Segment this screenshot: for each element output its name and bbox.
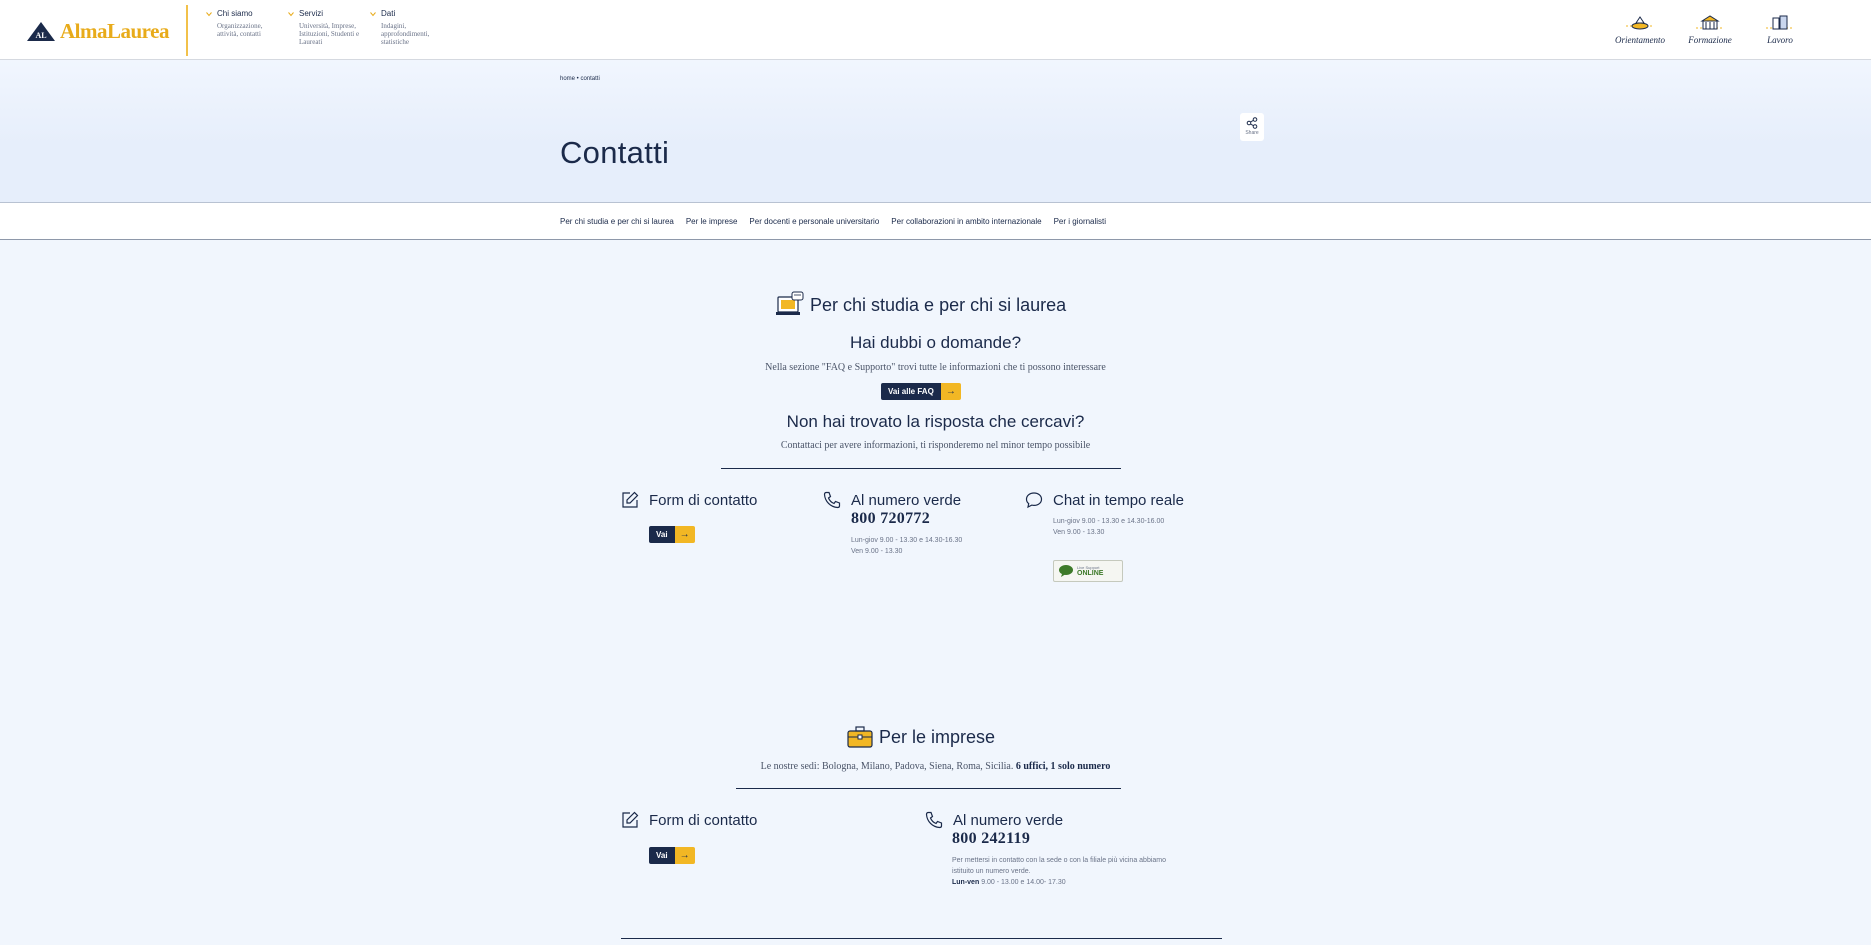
toll-free-number[interactable]: 800 720772 xyxy=(851,510,930,528)
tool-label: Lavoro xyxy=(1767,35,1793,45)
almalaurea-logo[interactable]: AL AlmaLaurea xyxy=(26,19,169,44)
chevron-down-icon xyxy=(206,11,212,16)
svg-text:AL: AL xyxy=(35,31,46,40)
tool-label: Orientamento xyxy=(1615,35,1665,45)
companies-contact-form-button[interactable]: Vai → xyxy=(649,847,695,864)
live-status: ONLINE xyxy=(1077,570,1104,577)
formazione-icon xyxy=(1696,15,1724,30)
nav-chi-siamo[interactable]: Chi siamo Organizzazione, attività, cont… xyxy=(206,9,288,46)
chevron-down-icon xyxy=(370,11,376,16)
faq-heading: Hai dubbi o domande? xyxy=(849,333,1022,352)
section-title-text: Per le imprese xyxy=(879,726,996,747)
logo-mark-icon: AL xyxy=(26,21,56,43)
companies-contact-form-title: Form di contatto xyxy=(621,811,757,829)
companies-contact-form-button-label: Vai xyxy=(649,847,675,864)
arrow-right-icon: → xyxy=(940,383,961,400)
tab-giornalisti[interactable]: Per i giornalisti xyxy=(1054,217,1106,226)
tool-orientamento[interactable]: Orientamento xyxy=(1614,14,1666,45)
companies-section-title: Per le imprese xyxy=(846,724,995,750)
student-laptop-icon xyxy=(776,291,804,315)
section-tabs: Per chi studia e per chi si laurea Per l… xyxy=(0,203,1871,240)
page-hero: home • contatti Contatti xyxy=(0,60,1871,203)
nav-description: Università, Imprese, Istituzioni, Studen… xyxy=(299,22,360,46)
live-support-badge[interactable]: Live Support ONLINE xyxy=(1053,560,1123,582)
arrow-right-icon: → xyxy=(674,526,695,543)
not-found-text: Contattaci per avere informazioni, ti ri… xyxy=(780,440,1091,451)
faq-text: Nella sezione "FAQ e Supporto" trovi tut… xyxy=(765,362,1106,373)
companies-toll-free-desc-1: Per mettersi in contatto con la sede o c… xyxy=(952,857,1167,864)
companies-hours-value: 9.00 - 13.00 e 14.00- 17.30 xyxy=(981,879,1066,886)
arrow-right-icon: → xyxy=(674,847,695,864)
phone-icon xyxy=(925,811,943,829)
chat-hours-friday: Ven 9.00 - 13.30 xyxy=(1053,529,1105,536)
tab-imprese[interactable]: Per le imprese xyxy=(686,217,738,226)
chat-title: Chat in tempo reale xyxy=(1025,491,1184,509)
companies-offices-bold: 6 uffici, 1 solo numero xyxy=(1015,761,1111,772)
companies-toll-free-hours: Lun-ven 9.00 - 13.00 e 14.00- 17.30 xyxy=(952,877,1066,888)
nav-title-label: Dati xyxy=(381,9,396,18)
share-label: Share xyxy=(1245,130,1259,136)
nav-title-label: Chi siamo xyxy=(217,9,253,18)
nav-description: Organizzazione, attività, contatti xyxy=(217,22,263,38)
contact-form-title-text: Form di contatto xyxy=(649,491,758,509)
top-header: AL AlmaLaurea Chi siamo Organizzazione, … xyxy=(0,0,1871,60)
main-nav: Chi siamo Organizzazione, attività, cont… xyxy=(206,9,452,46)
companies-toll-free-title: Al numero verde xyxy=(925,811,1063,829)
toll-free-hours-friday: Ven 9.00 - 13.30 xyxy=(851,548,903,555)
tab-internazionale[interactable]: Per collaborazioni in ambito internazion… xyxy=(891,217,1041,226)
live-chat-bubble-icon xyxy=(1059,565,1073,577)
chat-bubble-icon xyxy=(1025,492,1043,509)
section-title-text: Per chi studia e per chi si laurea xyxy=(810,294,1067,315)
header-tools: Orientamento Formazione Lavoro xyxy=(1614,14,1806,45)
logo-text: AlmaLaurea xyxy=(60,19,169,43)
briefcase-icon xyxy=(847,726,873,748)
section-divider xyxy=(721,468,1121,469)
companies-toll-free-desc-2: istituito un numero verde. xyxy=(952,868,1031,875)
nav-description: Indagini, approfondimenti, statistiche xyxy=(381,22,430,46)
nav-title-label: Servizi xyxy=(299,9,324,18)
contact-form-title: Form di contatto xyxy=(621,491,757,509)
tab-docenti[interactable]: Per docenti e personale universitario xyxy=(749,217,879,226)
tool-lavoro[interactable]: Lavoro xyxy=(1754,14,1806,45)
orientamento-icon xyxy=(1626,16,1654,30)
faq-button-label: Vai alle FAQ xyxy=(881,383,941,400)
tool-formazione[interactable]: Formazione xyxy=(1684,14,1736,45)
lavoro-icon xyxy=(1766,15,1794,30)
bottom-divider xyxy=(621,938,1222,939)
toll-free-title: Al numero verde xyxy=(823,491,961,509)
toll-free-title-text: Al numero verde xyxy=(851,491,962,509)
companies-offices-text: Le nostre sedi: Bologna, Milano, Padova,… xyxy=(0,761,1871,772)
faq-button[interactable]: Vai alle FAQ → xyxy=(881,383,961,400)
tab-studenti[interactable]: Per chi studia e per chi si laurea xyxy=(560,217,674,226)
phone-icon xyxy=(823,491,841,509)
nav-servizi[interactable]: Servizi Università, Imprese, Istituzioni… xyxy=(288,9,370,46)
toll-free-hours-weekday: Lun-giov 9.00 - 13.30 e 14.30-16.30 xyxy=(851,537,963,544)
companies-toll-free-title-text: Al numero verde xyxy=(953,811,1064,829)
logo-separator xyxy=(186,5,188,56)
page-title: Contatti xyxy=(560,135,670,170)
tool-label: Formazione xyxy=(1688,35,1732,45)
edit-icon xyxy=(622,491,639,508)
contact-form-button-label: Vai xyxy=(649,526,675,543)
breadcrumb[interactable]: home • contatti xyxy=(560,76,600,82)
chat-title-text: Chat in tempo reale xyxy=(1053,491,1184,509)
companies-hours-label: Lun-ven xyxy=(952,879,980,886)
students-section-title: Per chi studia e per chi si laurea xyxy=(775,291,1066,319)
nav-dati[interactable]: Dati Indagini, approfondimenti, statisti… xyxy=(370,9,452,46)
share-icon xyxy=(1246,117,1258,129)
not-found-heading: Non hai trovato la risposta che cercavi? xyxy=(786,412,1085,431)
companies-offices-prefix: Le nostre sedi: Bologna, Milano, Padova,… xyxy=(760,761,1014,772)
edit-icon xyxy=(622,811,639,828)
contact-form-button[interactable]: Vai → xyxy=(649,526,695,543)
companies-toll-free-number[interactable]: 800 242119 xyxy=(952,830,1030,848)
chat-hours-weekday: Lun-giov 9.00 - 13.30 e 14.30-16.00 xyxy=(1053,518,1165,525)
section-divider xyxy=(736,788,1121,789)
share-button[interactable]: Share xyxy=(1240,113,1264,141)
chevron-down-icon xyxy=(288,11,294,16)
companies-contact-form-title-text: Form di contatto xyxy=(649,811,758,829)
